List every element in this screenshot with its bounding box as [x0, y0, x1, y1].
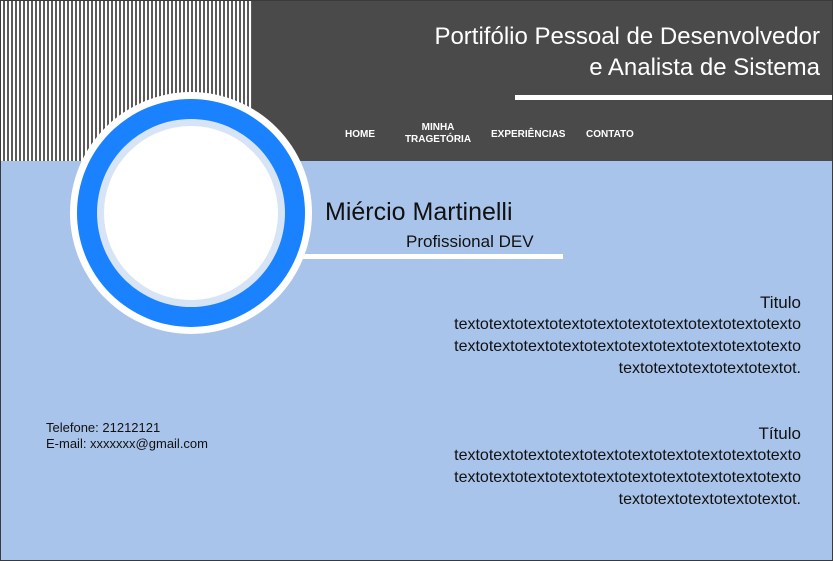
section-title: Titulo [760, 293, 801, 312]
section-text-line: textotextotextotextotextotextotextotexto… [454, 469, 801, 486]
section-text-line: textotextotextotextotextotextotextotexto… [454, 316, 801, 333]
nav-trajetoria-line-2: TRAGETÓRIA [404, 134, 472, 145]
nav-minha-trajetoria[interactable]: MINHA TRAGETÓRIA [401, 122, 475, 146]
nav-home[interactable]: HOME [345, 129, 375, 141]
title-line-1: Portifólio Pessoal de Desenvolvedor [434, 23, 820, 50]
contact-info: Telefone: 21212121 E-mail: xxxxxxx@gmail… [46, 420, 208, 452]
title-line-2: e Analista de Sistema [589, 54, 820, 81]
contact-phone: Telefone: 21212121 [46, 420, 161, 435]
page-title: Portifólio Pessoal de Desenvolvedor e An… [434, 21, 820, 83]
section-text-line: textotextotextotextotextotextotextotexto… [454, 338, 801, 355]
content-section: Titulo textotextotextotextotextotextotex… [371, 292, 801, 380]
nav-contato[interactable]: CONTATO [586, 129, 634, 141]
contact-email: E-mail: xxxxxxx@gmail.com [46, 436, 208, 451]
page-frame: Portifólio Pessoal de Desenvolvedor e An… [0, 0, 833, 561]
profile-name: Miércio Martinelli [325, 198, 513, 226]
section-text-line: textotextotextotextotextotextotextotexto… [454, 447, 801, 464]
nav-experiencias[interactable]: EXPERIÊNCIAS [491, 129, 565, 141]
content-section: Título textotextotextotextotextotextotex… [371, 423, 801, 511]
name-underline [301, 254, 563, 259]
section-title: Título [758, 424, 801, 443]
section-text-line: textotextotextotextotextot. [618, 360, 801, 377]
section-text-line: textotextotextotextotextot. [618, 491, 801, 508]
title-underline [515, 95, 832, 100]
nav-trajetoria-line-1: MINHA [421, 122, 455, 133]
avatar [104, 126, 278, 300]
profile-role: Profissional DEV [406, 232, 534, 251]
